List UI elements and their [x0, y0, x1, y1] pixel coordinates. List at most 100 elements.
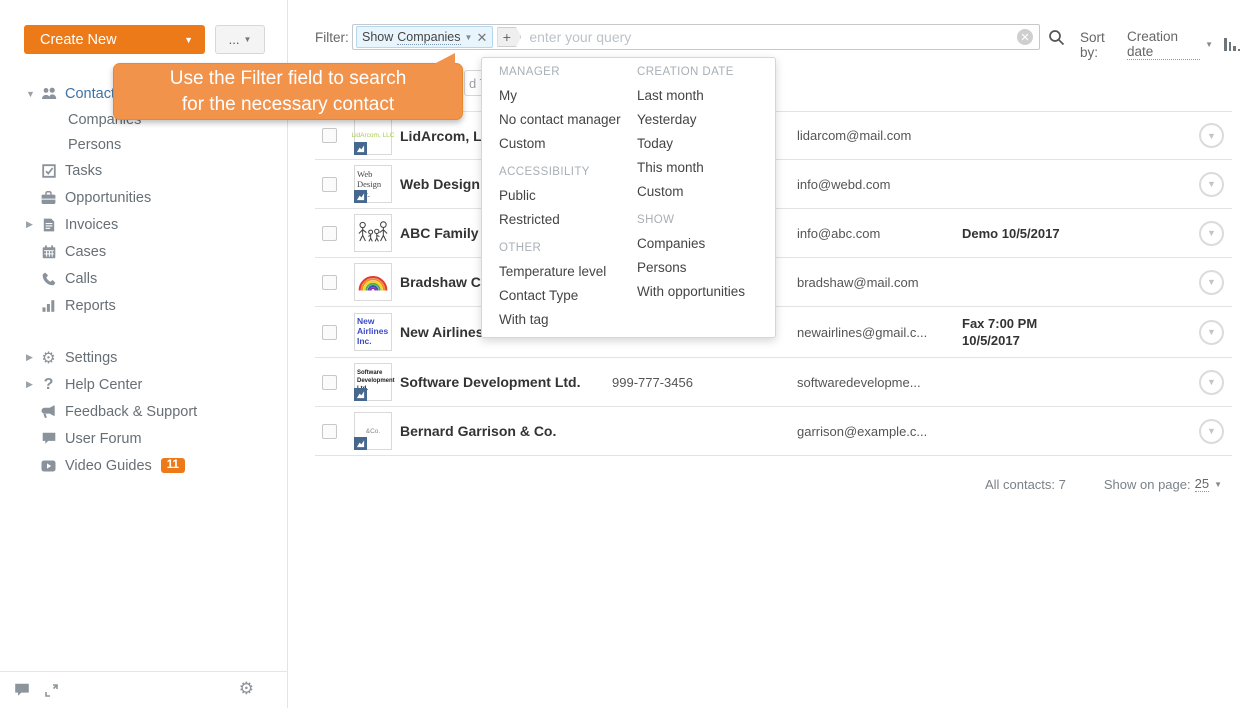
chip-value[interactable]: Companies: [397, 30, 460, 45]
create-new-label: Create New: [40, 32, 184, 48]
company-type-badge-icon: [354, 142, 367, 155]
company-name[interactable]: Bernard Garrison & Co.: [400, 423, 612, 439]
row-checkbox[interactable]: [322, 177, 337, 192]
email-cell[interactable]: bradshaw@mail.com: [797, 275, 962, 290]
more-actions-button[interactable]: ... ▼: [215, 25, 265, 54]
tooltip-line: for the necessary contact: [114, 92, 462, 118]
sidebar-item-reports[interactable]: Reports: [0, 292, 288, 319]
filter-options-menu: MANAGER My No contact manager Custom ACC…: [481, 57, 776, 338]
sidebar-item-help-center[interactable]: ▶ ? Help Center: [0, 371, 288, 398]
sidebar-item-label: Settings: [65, 350, 117, 366]
sort-direction-icon[interactable]: [1224, 38, 1240, 51]
row-actions-button[interactable]: ▼: [1199, 419, 1224, 444]
gear-icon[interactable]: ⚙: [239, 681, 254, 699]
expand-icon[interactable]: [44, 683, 59, 698]
sidebar-item-calls[interactable]: Calls: [0, 265, 288, 292]
menu-section-header: ACCESSIBILITY: [499, 160, 631, 184]
filter-chip-show-companies[interactable]: Show Companies ▼ ✕: [356, 26, 493, 48]
row-checkbox[interactable]: [322, 375, 337, 390]
row-checkbox[interactable]: [322, 325, 337, 340]
row-actions-button[interactable]: ▼: [1199, 270, 1224, 295]
sidebar-item-label: User Forum: [65, 431, 142, 447]
sidebar-item-label: Reports: [65, 298, 116, 314]
email-cell[interactable]: newairlines@gmail.c...: [797, 325, 962, 340]
menu-item-this-month[interactable]: This month: [637, 156, 769, 180]
chevron-down-icon[interactable]: ▼: [465, 33, 473, 42]
row-actions-button[interactable]: ▼: [1199, 172, 1224, 197]
sidebar-item-settings[interactable]: ▶ ⚙ Settings: [0, 344, 288, 371]
menu-item-last-month[interactable]: Last month: [637, 84, 769, 108]
menu-item-companies[interactable]: Companies: [637, 232, 769, 256]
company-logo: WebDesign Inc.: [354, 165, 392, 203]
row-checkbox[interactable]: [322, 128, 337, 143]
menu-item-with-opportunities[interactable]: With opportunities: [637, 280, 769, 304]
company-logo: NewAirlinesInc.: [354, 313, 392, 351]
menu-item-custom-date[interactable]: Custom: [637, 180, 769, 204]
sidebar-item-persons[interactable]: Persons: [0, 132, 288, 157]
table-row[interactable]: SoftwareDevelopmentLtd. Software Develop…: [315, 358, 1232, 407]
sidebar-item-tasks[interactable]: Tasks: [0, 157, 288, 184]
video-icon: [39, 460, 58, 472]
sidebar-item-cases[interactable]: Cases: [0, 238, 288, 265]
sidebar-item-label: Cases: [65, 244, 106, 260]
menu-item-with-tag[interactable]: With tag: [499, 308, 631, 332]
megaphone-icon: [39, 405, 58, 418]
row-actions-button[interactable]: ▼: [1199, 221, 1224, 246]
chevron-down-icon[interactable]: ▼: [1205, 40, 1213, 49]
query-input[interactable]: [521, 29, 1017, 45]
remove-chip-icon[interactable]: ✕: [476, 31, 487, 44]
chevron-down-icon[interactable]: ▼: [1214, 480, 1222, 489]
email-cell[interactable]: softwaredevelopme...: [797, 375, 962, 390]
menu-item-custom-manager[interactable]: Custom: [499, 132, 631, 156]
email-cell[interactable]: lidarcom@mail.com: [797, 128, 962, 143]
email-cell[interactable]: info@webd.com: [797, 177, 962, 192]
menu-section-header: OTHER: [499, 236, 631, 260]
filter-field[interactable]: Show Companies ▼ ✕ + ✕: [352, 24, 1040, 50]
expander-right-icon[interactable]: ▶: [26, 219, 39, 230]
expander-right-icon[interactable]: ▶: [26, 379, 39, 390]
sidebar-item-feedback-support[interactable]: Feedback & Support: [0, 398, 288, 425]
menu-item-contact-type[interactable]: Contact Type: [499, 284, 631, 308]
company-type-badge-icon: [354, 437, 367, 450]
company-logo: SoftwareDevelopmentLtd.: [354, 363, 392, 401]
row-actions-button[interactable]: ▼: [1199, 370, 1224, 395]
expander-down-icon[interactable]: ▼: [26, 89, 39, 99]
email-cell[interactable]: garrison@example.c...: [797, 424, 962, 439]
filter-menu-left-column: MANAGER My No contact manager Custom ACC…: [499, 60, 631, 332]
phone-icon: [39, 272, 58, 286]
tasks-icon: [39, 164, 58, 178]
create-new-button[interactable]: Create New ▼: [24, 25, 205, 54]
clear-query-icon[interactable]: ✕: [1017, 29, 1033, 45]
row-actions-button[interactable]: ▼: [1199, 320, 1224, 345]
menu-item-no-contact-manager[interactable]: No contact manager: [499, 108, 631, 132]
sort-value[interactable]: Creation date: [1127, 29, 1200, 60]
chat-icon[interactable]: [14, 683, 30, 697]
sidebar-item-video-guides[interactable]: Video Guides 11: [0, 452, 288, 479]
email-cell[interactable]: info@abc.com: [797, 226, 962, 241]
tooltip-line: Use the Filter field to search: [114, 66, 462, 92]
row-checkbox[interactable]: [322, 275, 337, 290]
sidebar-footer: ⚙: [0, 671, 288, 708]
menu-item-persons[interactable]: Persons: [637, 256, 769, 280]
company-type-badge-icon: [354, 388, 367, 401]
menu-item-yesterday[interactable]: Yesterday: [637, 108, 769, 132]
add-filter-button[interactable]: +: [497, 27, 521, 47]
sidebar-item-user-forum[interactable]: User Forum: [0, 425, 288, 452]
expander-right-icon[interactable]: ▶: [26, 352, 39, 363]
sidebar-item-opportunities[interactable]: Opportunities: [0, 184, 288, 211]
row-checkbox[interactable]: [322, 226, 337, 241]
calendar-icon: [39, 245, 58, 259]
hint-tooltip: Use the Filter field to search for the n…: [113, 63, 463, 120]
row-actions-button[interactable]: ▼: [1199, 123, 1224, 148]
menu-item-today[interactable]: Today: [637, 132, 769, 156]
row-checkbox[interactable]: [322, 424, 337, 439]
menu-item-temperature-level[interactable]: Temperature level: [499, 260, 631, 284]
search-icon[interactable]: [1048, 29, 1065, 46]
sidebar-item-invoices[interactable]: ▶ Invoices: [0, 211, 288, 238]
menu-item-public[interactable]: Public: [499, 184, 631, 208]
menu-item-restricted[interactable]: Restricted: [499, 208, 631, 232]
table-row[interactable]: &Co. Bernard Garrison & Co. garrison@exa…: [315, 407, 1232, 456]
menu-item-my[interactable]: My: [499, 84, 631, 108]
page-size-value[interactable]: 25: [1195, 476, 1209, 492]
company-name[interactable]: Software Development Ltd.: [400, 374, 612, 390]
